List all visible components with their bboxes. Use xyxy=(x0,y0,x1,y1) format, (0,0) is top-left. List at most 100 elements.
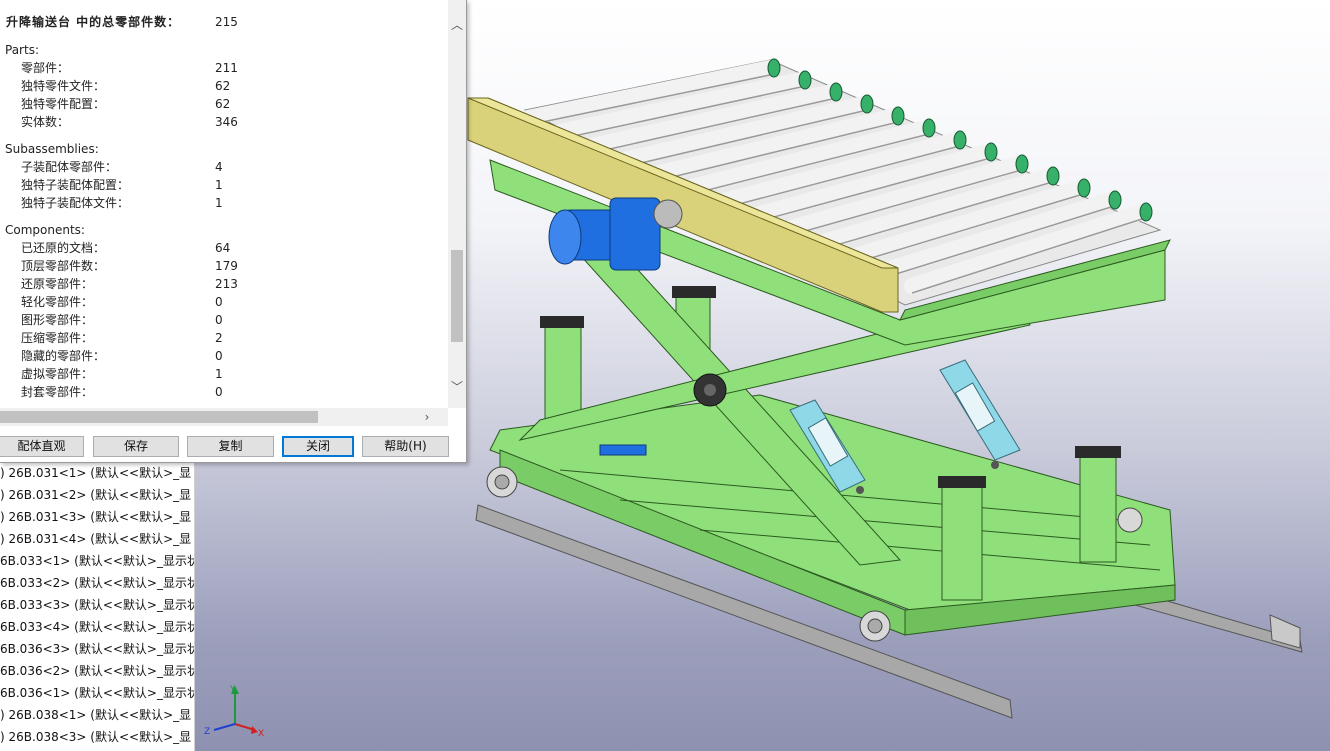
tree-item[interactable]: ) 26B.031<1> (默认<<默认>_显 xyxy=(0,462,194,484)
close-button[interactable]: 关闭 xyxy=(282,436,354,457)
post xyxy=(544,319,582,421)
stat-row: 独特零件配置： 62 xyxy=(0,95,448,113)
scroll-right-icon[interactable]: › xyxy=(418,408,436,426)
stat-label: 封套零部件： xyxy=(21,385,94,399)
stat-label: 还原零部件： xyxy=(21,277,94,291)
tree-item[interactable]: 6B.033<2> (默认<<默认>_显示状 xyxy=(0,572,194,594)
stat-value: 1 xyxy=(215,196,223,210)
roller-cap xyxy=(829,82,843,102)
roller-cap xyxy=(1015,154,1029,174)
stat-row: 实体数： 346 xyxy=(0,113,448,131)
help-button[interactable]: 帮助(H) xyxy=(362,436,449,457)
tree-item[interactable]: 6B.033<4> (默认<<默认>_显示状 xyxy=(0,616,194,638)
roller-cap xyxy=(798,70,812,90)
tree-item[interactable]: ) 26B.038<1> (默认<<默认>_显 xyxy=(0,704,194,726)
total-components-value: 215 xyxy=(215,15,238,29)
scroll-up-icon[interactable]: ︿ xyxy=(448,16,466,34)
stat-label: 独特零件文件： xyxy=(21,79,106,93)
stat-row: 顶层零部件数： 179 xyxy=(0,257,448,275)
triad-y-label: Y xyxy=(229,685,236,695)
assembly-statistics-dialog: 升降输送台 中的总零部件数： 215 Parts: 零部件： 211 独特零件文件： 6… xyxy=(0,0,467,463)
reference-triad-icon: Y X Z xyxy=(204,685,264,739)
stat-value: 213 xyxy=(215,277,238,291)
stat-label: 独特子装配体文件： xyxy=(21,196,130,210)
assembly-visualization-button[interactable]: 配体直观 xyxy=(0,436,84,457)
section-heading-label: Components: xyxy=(5,223,85,237)
feature-tree[interactable]: ) 26B.031<1> (默认<<默认>_显) 26B.031<2> (默认<… xyxy=(0,462,195,751)
stat-value: 179 xyxy=(215,259,238,273)
stat-label: 独特子装配体配置： xyxy=(21,178,130,192)
horizontal-scroll-thumb[interactable] xyxy=(0,411,318,423)
roller-cap xyxy=(1046,166,1060,186)
stat-row: 隐藏的零部件： 0 xyxy=(0,347,448,365)
stat-label: 图形零部件： xyxy=(21,313,94,327)
stat-row: 独特子装配体配置： 1 xyxy=(0,176,448,194)
stat-label: 压缩零部件： xyxy=(21,331,94,345)
stat-value: 2 xyxy=(215,331,223,345)
roller-cap xyxy=(860,94,874,114)
stat-label: 轻化零部件： xyxy=(21,295,94,309)
roller-cap xyxy=(984,142,998,162)
stat-label: 独特零件配置： xyxy=(21,97,106,111)
roller-cap xyxy=(953,130,967,150)
stat-row: 图形零部件： 0 xyxy=(0,311,448,329)
roller-cap xyxy=(1139,202,1153,222)
stat-row: 已还原的文档： 64 xyxy=(0,239,448,257)
stat-label: 子装配体零部件： xyxy=(21,160,118,174)
roller-cap xyxy=(1108,190,1122,210)
stat-row: 虚拟零部件： 1 xyxy=(0,365,448,383)
roller-cap xyxy=(1077,178,1091,198)
tree-item[interactable]: ) 26B.031<4> (默认<<默认>_显 xyxy=(0,528,194,550)
triad-x-label: X xyxy=(258,729,264,739)
tree-item[interactable]: 6B.036<3> (默认<<默认>_显示状 xyxy=(0,638,194,660)
stat-value: 4 xyxy=(215,160,223,174)
stat-value: 62 xyxy=(215,97,231,111)
stat-row: 零部件： 211 xyxy=(0,59,448,77)
roller-cap xyxy=(922,118,936,138)
post xyxy=(941,479,983,601)
stat-value: 64 xyxy=(215,241,231,255)
statistics-panel: 升降输送台 中的总零部件数： 215 Parts: 零部件： 211 独特零件文件： 6… xyxy=(0,0,448,408)
tree-item[interactable]: ) 26B.038<3> (默认<<默认>_显 xyxy=(0,726,194,748)
vertical-scroll-thumb[interactable] xyxy=(451,250,463,342)
section-heading-label: Subassemblies: xyxy=(5,142,99,156)
stat-value: 1 xyxy=(215,367,223,381)
scroll-down-icon[interactable]: ﹀ xyxy=(448,378,466,396)
stat-value: 1 xyxy=(215,178,223,192)
stat-value: 62 xyxy=(215,79,231,93)
tree-item[interactable]: ) 26B.031<3> (默认<<默认>_显 xyxy=(0,506,194,528)
stat-value: 211 xyxy=(215,61,238,75)
tree-item[interactable]: 6B.036<1> (默认<<默认>_显示状 xyxy=(0,682,194,704)
stat-label: 虚拟零部件： xyxy=(21,367,94,381)
section-heading-label: Parts: xyxy=(5,43,39,57)
tree-item[interactable]: 6B.036<2> (默认<<默认>_显示状 xyxy=(0,660,194,682)
stat-row: 子装配体零部件： 4 xyxy=(0,158,448,176)
total-components-label: 升降输送台 中的总零部件数： xyxy=(6,15,181,29)
copy-button[interactable]: 复制 xyxy=(187,436,274,457)
vertical-scrollbar[interactable]: ︿ ﹀ xyxy=(448,0,466,408)
tree-item[interactable]: 6B.033<1> (默认<<默认>_显示状 xyxy=(0,550,194,572)
stat-row: 独特子装配体文件： 1 xyxy=(0,194,448,212)
stat-label: 实体数： xyxy=(21,115,70,129)
wheel xyxy=(1117,507,1143,533)
tree-item[interactable]: 6B.033<3> (默认<<默认>_显示状 xyxy=(0,594,194,616)
save-button[interactable]: 保存 xyxy=(93,436,179,457)
stat-row: 还原零部件： 213 xyxy=(0,275,448,293)
stat-value: 0 xyxy=(215,349,223,363)
post xyxy=(1079,451,1117,563)
stat-label: 已还原的文档： xyxy=(21,241,106,255)
horizontal-scrollbar[interactable]: › xyxy=(0,408,448,426)
stat-value: 346 xyxy=(215,115,238,129)
stat-value: 0 xyxy=(215,295,223,309)
stat-label: 顶层零部件数： xyxy=(21,259,106,273)
roller-cap xyxy=(891,106,905,126)
tree-item[interactable]: ) 26B.031<2> (默认<<默认>_显 xyxy=(0,484,194,506)
stat-value: 0 xyxy=(215,313,223,327)
stat-row: 独特零件文件： 62 xyxy=(0,77,448,95)
stat-row: 压缩零部件： 2 xyxy=(0,329,448,347)
triad-z-label: Z xyxy=(204,727,210,737)
stat-label: 零部件： xyxy=(21,61,70,75)
total-components-row: 升降输送台 中的总零部件数： 215 xyxy=(0,13,448,31)
stat-row: 封套零部件： 0 xyxy=(0,383,448,401)
stat-label: 隐藏的零部件： xyxy=(21,349,106,363)
